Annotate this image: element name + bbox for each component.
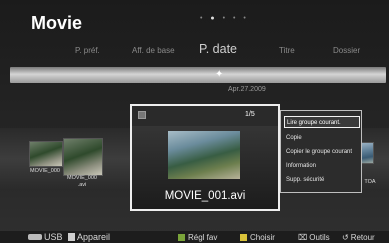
tab-basic-view[interactable]: Aff. de base [132,46,175,55]
green-key-icon [178,234,185,241]
menu-item-information[interactable]: Information [284,160,360,172]
thumbnail-movie[interactable] [63,138,103,176]
thumbnail-movie[interactable] [29,141,63,167]
timeline-marker-icon: ✦ [215,69,224,80]
thumbnail-caption: MOVIE_000 .avi [67,175,97,188]
thumbnail-caption: TOA [364,179,376,185]
page-title: Movie [31,13,83,33]
tools-label: Outils [309,233,330,242]
date-timeline[interactable] [10,67,386,83]
focused-filename: MOVIE_001.avi [164,190,246,202]
menu-item-copy-group[interactable]: Copier le groupe courant [284,146,360,158]
device-indicator[interactable]: USB Appareil [28,232,110,243]
favorite-setting-button[interactable]: Régl fav [178,232,217,243]
choose-label: Choisir [250,233,275,242]
device-label: Appareil [77,232,111,242]
thumbnail-movie[interactable] [360,142,374,164]
thumbnail-caption: MOVIE_000 [30,168,60,174]
menu-item-copy[interactable]: Copie [284,132,360,144]
menu-item-play-group[interactable]: Lire groupe courant. [284,116,360,128]
tools-button[interactable]: ⌧ Outils [298,232,330,243]
return-label: Retour [350,233,375,242]
tools-icon: ⌧ [298,233,308,242]
tab-date[interactable]: P. date [199,42,237,56]
favorite-label: Régl fav [188,233,218,242]
timeline-date: Apr.27.2009 [228,86,266,93]
movie-file-icon [138,111,146,119]
menu-item-safe-remove[interactable]: Supp. sécurité [284,174,360,186]
tab-preferences[interactable]: P. préf. [75,46,100,55]
view-tabs: P. préf. Aff. de base P. date Titre Doss… [0,40,389,60]
return-icon: ↺ [342,233,349,242]
choose-button[interactable]: Choisir [240,232,275,243]
tab-title[interactable]: Titre [279,46,295,55]
item-counter: 1/5 [245,111,255,118]
tab-folder[interactable]: Dossier [333,46,360,55]
usb-drive-icon [28,234,42,240]
return-button[interactable]: ↺ Retour [342,232,375,243]
tools-menu: Lire groupe courant. Copie Copier le gro… [280,110,362,193]
device-key-square [68,233,76,241]
device-type: USB [44,232,63,242]
yellow-key-icon [240,234,247,241]
focused-thumbnail[interactable] [168,131,240,179]
focused-item-header [132,106,278,126]
page-indicator-dots: • ● • • • [200,15,249,22]
